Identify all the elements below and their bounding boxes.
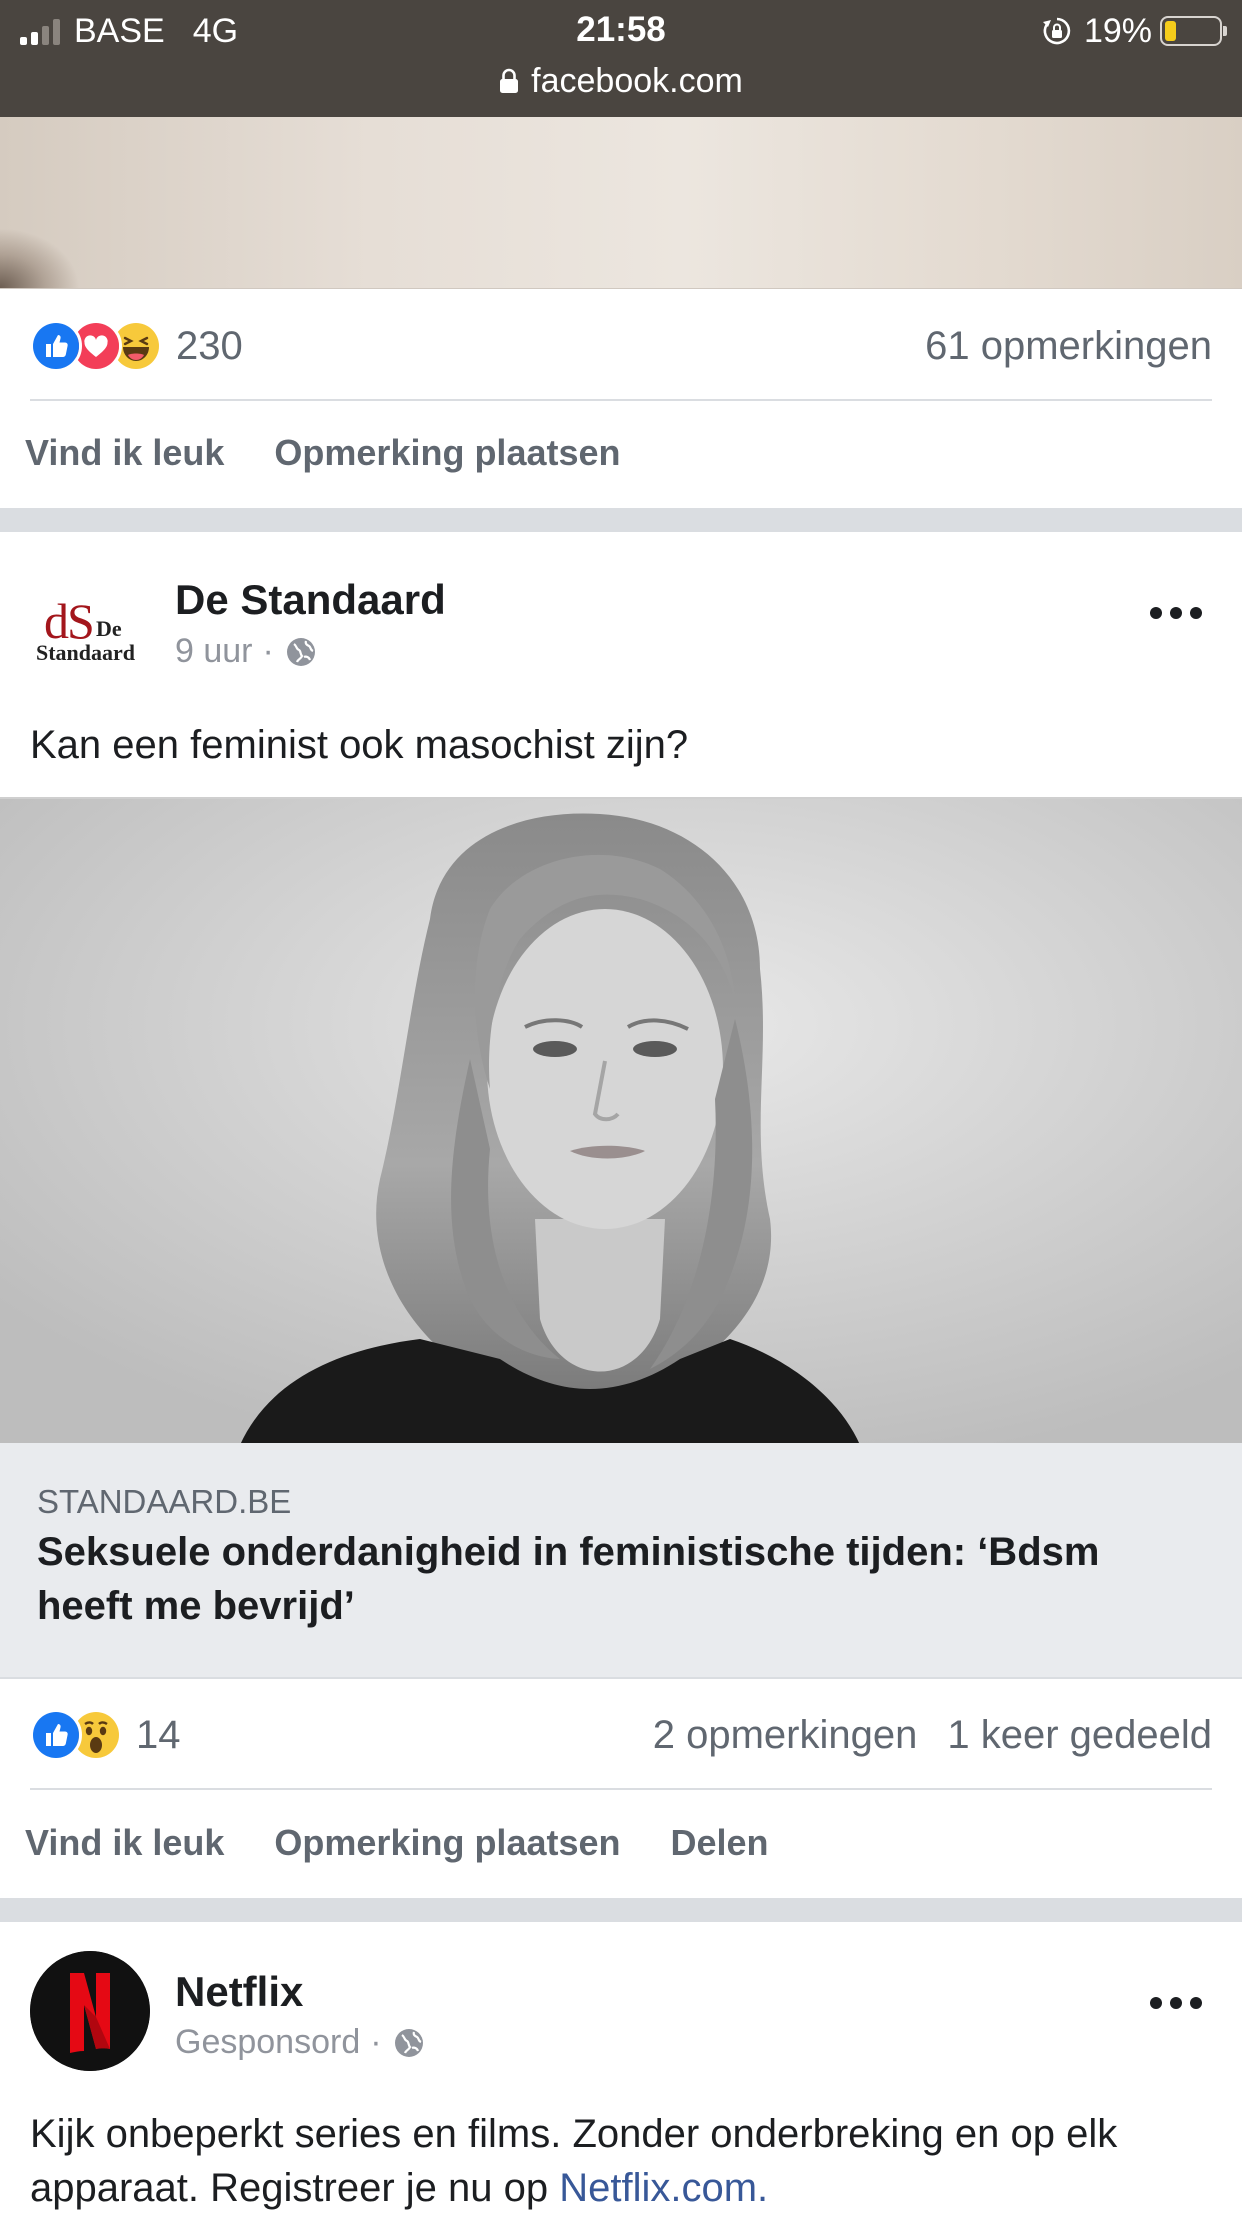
feed-separator xyxy=(0,1898,1242,1922)
more-options-icon[interactable] xyxy=(1150,1995,1202,2011)
article-image[interactable] xyxy=(0,797,1242,1445)
logo-standaard: Standaard xyxy=(36,640,136,665)
post-text: Kijk onbeperkt series en films. Zonder o… xyxy=(30,2107,1202,2215)
divider xyxy=(30,399,1212,401)
link-domain: STANDAARD.BE xyxy=(37,1483,292,1520)
netflix-logo-icon xyxy=(30,1951,150,2071)
like-icon xyxy=(30,320,82,372)
rotation-lock-icon xyxy=(1042,17,1071,45)
divider xyxy=(30,1788,1212,1790)
link-preview[interactable]: STANDAARD.BE Seksuele onderdanigheid in … xyxy=(0,1443,1242,1679)
reaction-count: 230 xyxy=(176,323,243,368)
padlock-icon xyxy=(500,68,519,93)
engagement-stats: 2 opmerkingen 1 keer gedeeld xyxy=(653,1713,1212,1758)
shares-count[interactable]: 1 keer gedeeld xyxy=(947,1713,1212,1758)
comment-button[interactable]: Opmerking plaatsen xyxy=(274,1822,620,1864)
reaction-summary[interactable]: 230 61 opmerkingen xyxy=(30,311,1212,381)
netflix-link[interactable]: Netflix.com. xyxy=(559,2166,768,2210)
status-right: 19% xyxy=(1042,10,1227,52)
battery-percent: 19% xyxy=(1083,11,1152,50)
url-text: facebook.com xyxy=(531,61,743,100)
reaction-icons xyxy=(30,1709,122,1761)
post-meta: 9 uur · xyxy=(175,632,316,671)
portrait-photo xyxy=(0,799,1242,1445)
like-icon xyxy=(30,1709,82,1761)
like-button[interactable]: Vind ik leuk xyxy=(25,1822,224,1864)
status-bar: BASE 4G 21:58 19% facebook.com xyxy=(0,0,1242,117)
post-image[interactable] xyxy=(0,117,1242,289)
sponsored-label[interactable]: Gesponsord xyxy=(175,2023,360,2062)
battery-icon xyxy=(1160,16,1227,46)
de-standaard-avatar[interactable]: dS De Standaard xyxy=(30,578,150,698)
comments-count[interactable]: 61 opmerkingen xyxy=(925,324,1212,369)
meta-dot: · xyxy=(370,2023,382,2061)
post-author[interactable]: De Standaard xyxy=(175,576,446,624)
more-options-icon[interactable] xyxy=(1150,605,1202,621)
post-actions: Vind ik leuk Opmerking plaatsen Delen xyxy=(25,1813,769,1873)
like-button[interactable]: Vind ik leuk xyxy=(25,432,224,474)
link-title[interactable]: Seksuele onderdanigheid in feministische… xyxy=(37,1525,1182,1633)
comments-count[interactable]: 2 opmerkingen xyxy=(653,1713,918,1758)
post-meta: Gesponsord · xyxy=(175,2023,424,2062)
reaction-count: 14 xyxy=(136,1712,181,1757)
reaction-summary[interactable]: 14 2 opmerkingen 1 keer gedeeld xyxy=(30,1700,1212,1770)
engagement-stats: 61 opmerkingen xyxy=(925,324,1212,369)
meta-dot: · xyxy=(262,632,274,670)
post-time[interactable]: 9 uur xyxy=(175,632,253,671)
share-button[interactable]: Delen xyxy=(671,1822,769,1864)
address-bar[interactable]: facebook.com xyxy=(0,58,1242,104)
post-actions: Vind ik leuk Opmerking plaatsen xyxy=(25,423,621,483)
feed-separator xyxy=(0,508,1242,532)
globe-icon xyxy=(286,637,315,666)
netflix-avatar[interactable] xyxy=(30,1951,150,2071)
post-author[interactable]: Netflix xyxy=(175,1968,303,2016)
logo-de: De xyxy=(96,616,122,641)
post-text: Kan een feminist ook masochist zijn? xyxy=(30,723,689,767)
comment-button[interactable]: Opmerking plaatsen xyxy=(274,432,620,474)
globe-icon xyxy=(394,2028,423,2057)
reaction-icons xyxy=(30,320,162,372)
